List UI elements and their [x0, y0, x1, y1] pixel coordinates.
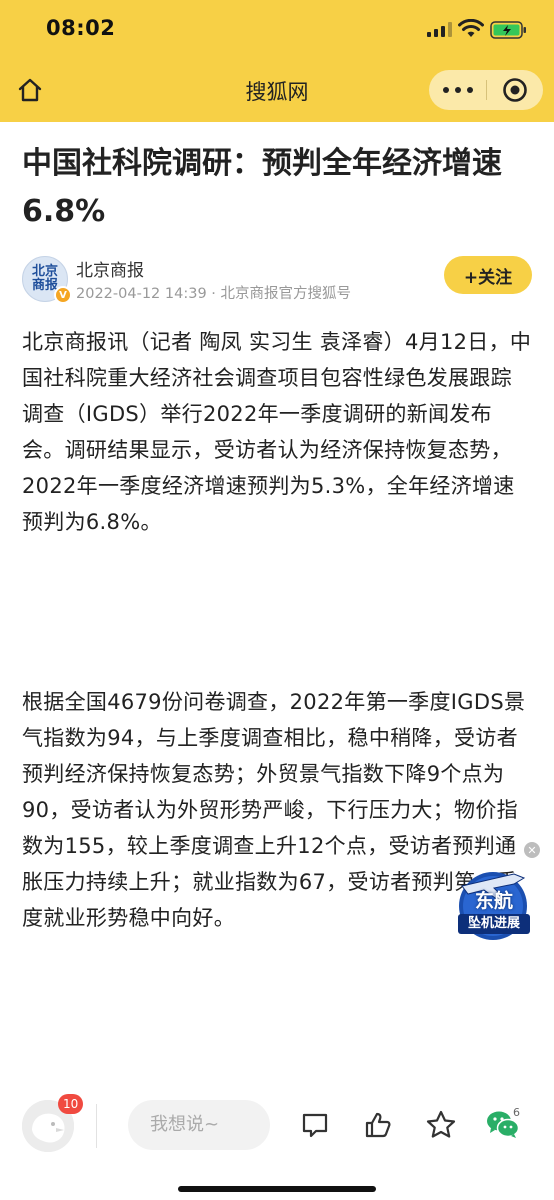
close-mini-program-button[interactable]	[487, 70, 543, 110]
cellular-signal-icon	[427, 22, 452, 37]
bottom-action-bar: 10 我想说~ 6	[0, 1080, 554, 1200]
thumbs-up-icon	[365, 1112, 391, 1138]
article-header: 中国社科院调研：预判全年经济增速6.8%	[22, 140, 534, 236]
share-count: 6	[513, 1106, 520, 1119]
verified-badge-icon: V	[54, 286, 72, 304]
article-title: 中国社科院调研：预判全年经济增速6.8%	[22, 146, 502, 229]
mini-program-capsule	[429, 70, 543, 110]
status-bar: 08:02	[0, 0, 554, 62]
more-menu-button[interactable]	[429, 70, 486, 110]
article-paragraph: 北京商报讯（记者 陶凤 实习生 袁泽睿）4月12日，中国社科院重大经济社会调查项…	[22, 330, 532, 534]
author-row: 北京商报 V 北京商报 2022-04-12 14:39 · 北京商报官方搜狐号…	[22, 254, 534, 308]
bar-divider	[96, 1104, 97, 1148]
close-icon[interactable]: ✕	[524, 842, 540, 858]
home-icon	[18, 78, 42, 102]
publish-meta: 2022-04-12 14:39 · 北京商报官方搜狐号	[76, 286, 351, 302]
floating-news-badge[interactable]: ✕ 东航 坠机进展	[454, 842, 540, 944]
like-button[interactable]	[361, 1108, 395, 1142]
home-button[interactable]	[14, 74, 46, 106]
battery-charging-icon	[490, 21, 526, 39]
home-indicator	[178, 1186, 376, 1192]
follow-button[interactable]: +关注	[444, 256, 532, 294]
more-dot-icon	[442, 87, 449, 93]
more-dot-icon	[466, 87, 473, 93]
star-icon	[426, 1110, 456, 1138]
comment-input[interactable]: 我想说~	[128, 1100, 270, 1150]
comments-button[interactable]	[298, 1108, 332, 1142]
more-dot-icon	[454, 87, 461, 93]
top-header: 08:02 搜狐网	[0, 0, 554, 122]
notification-count-badge: 10	[58, 1094, 84, 1114]
comment-icon	[302, 1113, 328, 1138]
favorite-button[interactable]	[424, 1108, 458, 1142]
target-close-icon	[503, 78, 527, 102]
badge-title: 东航	[474, 890, 513, 912]
badge-subtitle: 坠机进展	[458, 914, 530, 934]
status-time: 08:02	[46, 16, 116, 40]
mini-program-nav-bar: 搜狐网	[0, 62, 554, 122]
author-name[interactable]: 北京商报	[76, 256, 144, 281]
wifi-icon	[458, 19, 484, 37]
